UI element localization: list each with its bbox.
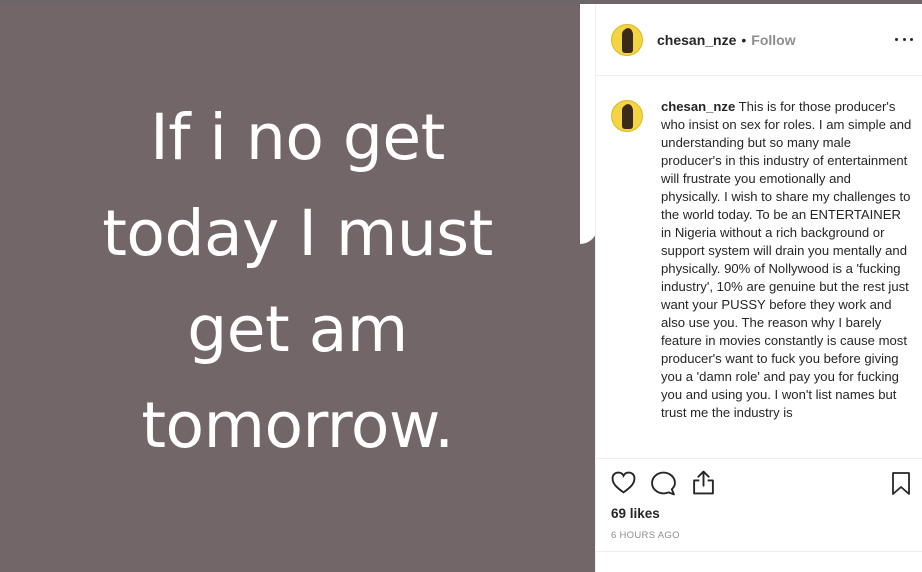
image-caption-text: If i no get today I must get am tomorrow… (18, 90, 578, 474)
image-line: today I must (102, 197, 493, 270)
post-timestamp[interactable]: 6 HOURS AGO (611, 530, 680, 541)
share-icon[interactable] (692, 470, 715, 495)
caption-text: chesan_nze This is for those producer's … (661, 98, 913, 422)
caption-body: This is for those producer's who insist … (661, 99, 912, 420)
more-options-icon[interactable] (895, 32, 913, 46)
post-side-panel: chesan_nze • Follow chesan_nze This is f… (595, 4, 922, 572)
post-actions: 69 likes 6 HOURS AGO (596, 458, 922, 572)
caption-area: chesan_nze This is for those producer's … (596, 76, 922, 458)
caption-username[interactable]: chesan_nze (661, 99, 735, 114)
separator-dot: • (741, 31, 747, 48)
header-meta: chesan_nze • Follow (657, 32, 796, 48)
comment-icon[interactable] (651, 471, 676, 496)
username-link[interactable]: chesan_nze (657, 32, 736, 48)
likes-count[interactable]: 69 likes (611, 506, 660, 521)
post-image[interactable]: If i no get today I must get am tomorrow… (0, 4, 595, 572)
image-line: tomorrow. (141, 389, 454, 462)
image-line: If i no get (150, 101, 445, 174)
bookmark-icon[interactable] (891, 471, 911, 496)
follow-button[interactable]: Follow (751, 32, 795, 48)
post-header: chesan_nze • Follow (596, 4, 922, 76)
caption-row: chesan_nze This is for those producer's … (611, 98, 922, 422)
comment-box (596, 551, 922, 572)
image-line: get am (187, 293, 408, 366)
avatar[interactable] (611, 23, 643, 56)
heart-icon[interactable] (611, 471, 636, 494)
caption-avatar[interactable] (611, 100, 643, 132)
